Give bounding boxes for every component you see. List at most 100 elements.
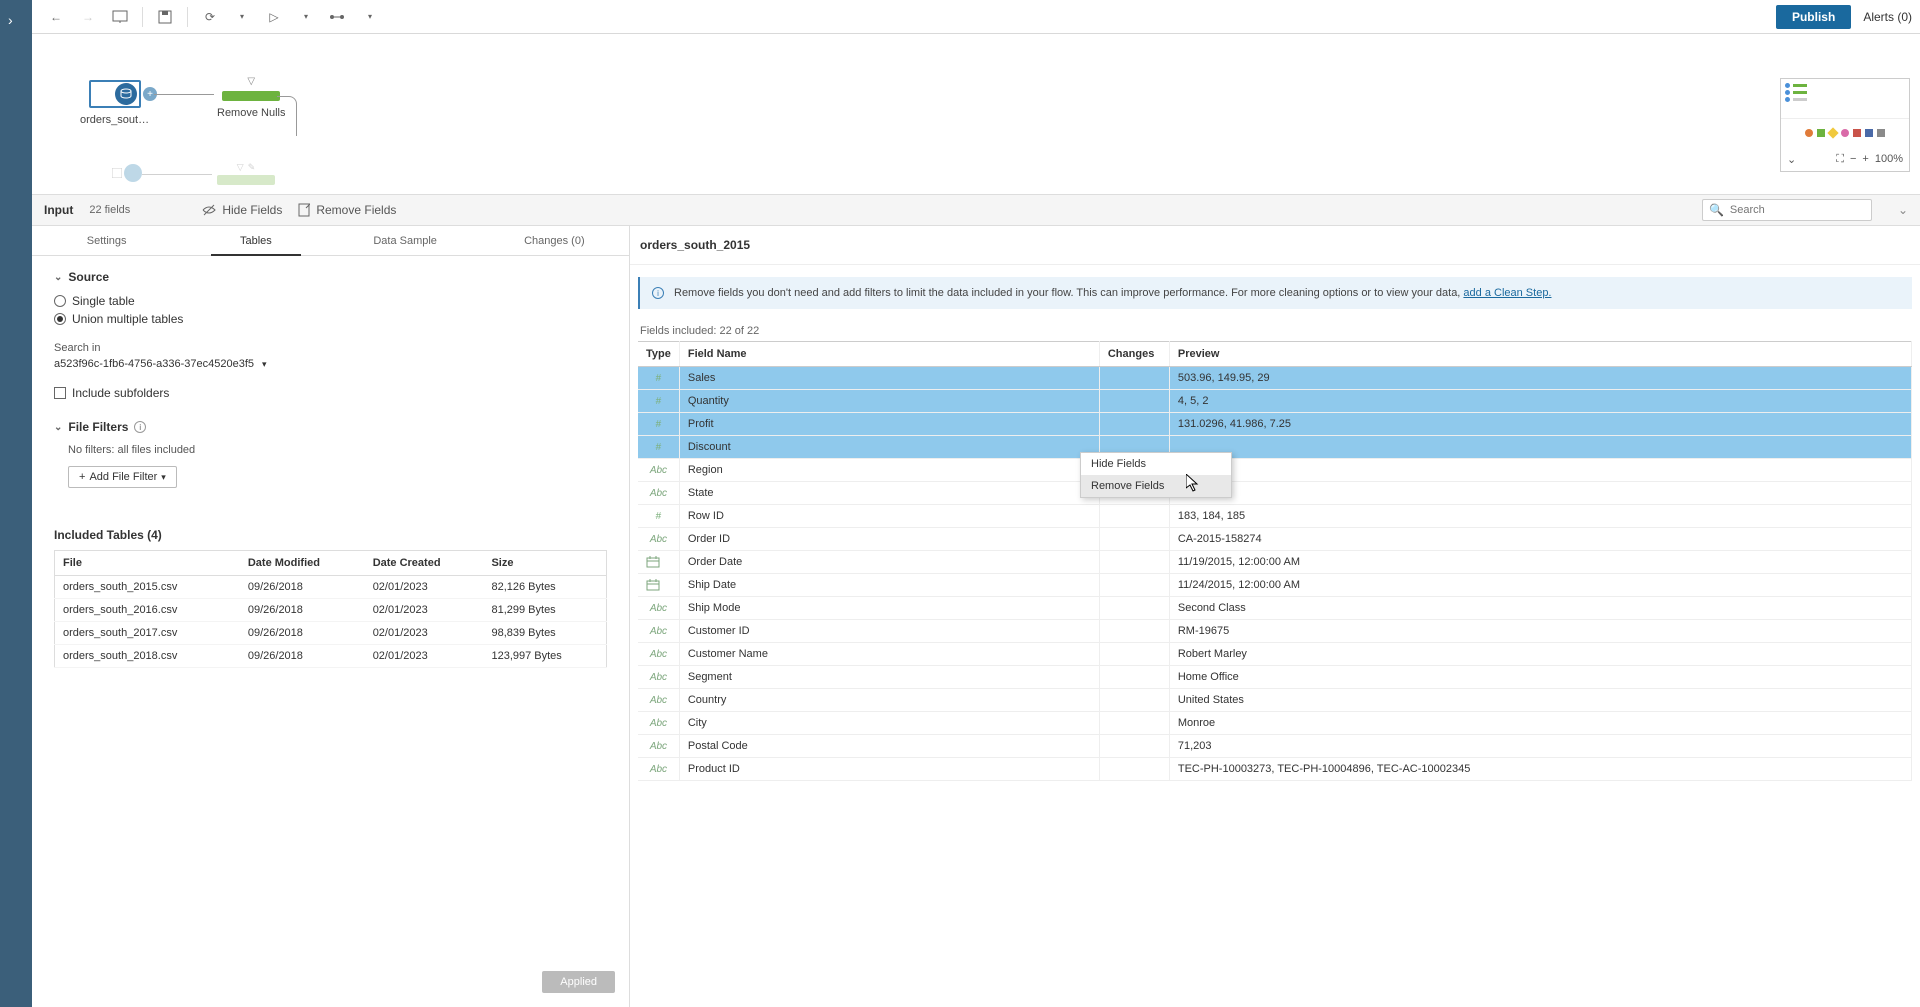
remove-fields-button[interactable]: Remove Fields <box>298 203 396 217</box>
minimap-overview <box>1781 79 1909 119</box>
field-row[interactable]: AbcStateLouisiana <box>638 482 1912 505</box>
col-changes[interactable]: Changes <box>1099 342 1169 367</box>
field-preview-cell <box>1169 436 1911 459</box>
field-row[interactable]: #Quantity4, 5, 2 <box>638 390 1912 413</box>
input-node-faded[interactable] <box>112 164 142 182</box>
col-created[interactable]: Date Created <box>365 551 484 576</box>
run-icon[interactable]: ▷ <box>260 3 288 31</box>
clean-node[interactable]: ▽ Remove Nulls <box>217 76 285 119</box>
add-file-filter-button[interactable]: + Add File Filter ▾ <box>68 466 177 488</box>
search-input-container[interactable]: 🔍 <box>1702 199 1872 221</box>
input-node[interactable]: + orders_south_... <box>80 80 150 126</box>
col-preview[interactable]: Preview <box>1169 342 1911 367</box>
flow-step-dropdown-icon[interactable]: ▾ <box>356 3 384 31</box>
back-button[interactable]: ← <box>42 3 70 31</box>
field-type-icon: # <box>638 367 679 390</box>
field-row[interactable]: #Discount <box>638 436 1912 459</box>
field-changes-cell <box>1099 758 1169 781</box>
forward-button[interactable]: → <box>74 3 102 31</box>
field-row[interactable]: #Row ID183, 184, 185 <box>638 505 1912 528</box>
field-name-cell: Postal Code <box>679 735 1099 758</box>
context-remove-fields[interactable]: Remove Fields <box>1081 475 1231 497</box>
field-changes-cell <box>1099 597 1169 620</box>
field-name-cell: Row ID <box>679 505 1099 528</box>
tab-data-sample[interactable]: Data Sample <box>331 226 480 255</box>
field-row[interactable]: #Sales503.96, 149.95, 29 <box>638 367 1912 390</box>
field-preview-cell: 71,203 <box>1169 735 1911 758</box>
union-tables-radio[interactable]: Union multiple tables <box>54 312 607 326</box>
field-row[interactable]: AbcOrder IDCA-2015-158274 <box>638 528 1912 551</box>
expand-panel-icon[interactable]: ⌄ <box>1898 203 1908 217</box>
field-row[interactable]: AbcCustomer NameRobert Marley <box>638 643 1912 666</box>
tab-settings[interactable]: Settings <box>32 226 181 255</box>
field-changes-cell <box>1099 712 1169 735</box>
alerts-link[interactable]: Alerts (0) <box>1863 10 1912 24</box>
field-row[interactable]: AbcProduct IDTEC-PH-10003273, TEC-PH-100… <box>638 758 1912 781</box>
col-size[interactable]: Size <box>483 551 606 576</box>
sub-tabs: Settings Tables Data Sample Changes (0) <box>32 226 629 256</box>
col-type[interactable]: Type <box>638 342 679 367</box>
field-preview-cell: CA-2015-158274 <box>1169 528 1911 551</box>
table-row[interactable]: orders_south_2015.csv09/26/201802/01/202… <box>55 576 607 599</box>
table-row[interactable]: orders_south_2017.csv09/26/201802/01/202… <box>55 622 607 645</box>
table-row[interactable]: orders_south_2018.csv09/26/201802/01/202… <box>55 645 607 668</box>
zoom-out-icon[interactable]: − <box>1850 153 1856 165</box>
search-input[interactable] <box>1730 204 1865 216</box>
file-filters-header[interactable]: ⌄ File Filters i <box>54 420 607 434</box>
field-changes-cell <box>1099 551 1169 574</box>
field-name-cell: Sales <box>679 367 1099 390</box>
fit-view-icon[interactable]: ⛶ <box>1836 153 1844 166</box>
include-subfolders-checkbox[interactable]: Include subfolders <box>54 386 607 400</box>
flow-step-icon[interactable] <box>324 3 352 31</box>
single-table-radio[interactable]: Single table <box>54 294 607 308</box>
table-row[interactable]: orders_south_2016.csv09/26/201802/01/202… <box>55 599 607 622</box>
field-name-cell: Region <box>679 459 1099 482</box>
tab-changes[interactable]: Changes (0) <box>480 226 629 255</box>
hide-fields-icon <box>202 204 216 216</box>
field-type-icon: Abc <box>638 735 679 758</box>
expand-sidebar-button[interactable]: › <box>8 12 13 28</box>
field-row[interactable]: AbcCityMonroe <box>638 712 1912 735</box>
col-file[interactable]: File <box>55 551 240 576</box>
field-type-icon: Abc <box>638 689 679 712</box>
add-clean-step-link[interactable]: add a Clean Step. <box>1463 287 1551 299</box>
zoom-in-icon[interactable]: + <box>1862 153 1868 165</box>
publish-button[interactable]: Publish <box>1776 5 1851 29</box>
field-preview-cell: Louisiana <box>1169 482 1911 505</box>
minimap[interactable]: ⌄ ⛶ − + 100% <box>1780 78 1910 172</box>
refresh-icon[interactable]: ⟳ <box>196 3 224 31</box>
field-changes-cell <box>1099 574 1169 597</box>
field-preview-cell: TEC-PH-10003273, TEC-PH-10004896, TEC-AC… <box>1169 758 1911 781</box>
refresh-dropdown-icon[interactable]: ▾ <box>228 3 256 31</box>
field-row[interactable]: AbcSegmentHome Office <box>638 666 1912 689</box>
field-row[interactable]: Order Date11/19/2015, 12:00:00 AM <box>638 551 1912 574</box>
field-name-cell: Discount <box>679 436 1099 459</box>
tab-tables[interactable]: Tables <box>181 226 330 255</box>
col-field-name[interactable]: Field Name <box>679 342 1099 367</box>
info-icon[interactable]: i <box>134 421 146 433</box>
field-type-icon: Abc <box>638 666 679 689</box>
info-banner: i Remove fields you don't need and add f… <box>638 277 1912 309</box>
field-row[interactable]: #Profit131.0296, 41.986, 7.25 <box>638 413 1912 436</box>
zoom-level: 100% <box>1875 153 1903 165</box>
save-icon[interactable] <box>151 3 179 31</box>
flow-canvas[interactable]: + orders_south_... ▽ Remove Nulls ▽ ✎ <box>32 34 1920 194</box>
clean-node-faded[interactable]: ▽ ✎ <box>217 162 275 185</box>
search-in-dropdown[interactable]: a523f96c-1fb6-4756-a336-37ec4520e3f5 ▾ <box>54 358 607 370</box>
field-row[interactable]: AbcShip ModeSecond Class <box>638 597 1912 620</box>
field-type-icon: Abc <box>638 528 679 551</box>
run-dropdown-icon[interactable]: ▾ <box>292 3 320 31</box>
field-row[interactable]: AbcRegion <box>638 459 1912 482</box>
field-preview-cell: 11/19/2015, 12:00:00 AM <box>1169 551 1911 574</box>
left-panel: Settings Tables Data Sample Changes (0) … <box>32 226 630 1007</box>
context-hide-fields[interactable]: Hide Fields <box>1081 453 1231 475</box>
field-row[interactable]: AbcCountryUnited States <box>638 689 1912 712</box>
minimap-collapse-icon[interactable]: ⌄ <box>1787 153 1796 166</box>
field-row[interactable]: Ship Date11/24/2015, 12:00:00 AM <box>638 574 1912 597</box>
source-section-header[interactable]: ⌄ Source <box>54 270 607 284</box>
col-modified[interactable]: Date Modified <box>240 551 365 576</box>
hide-fields-button[interactable]: Hide Fields <box>202 203 282 217</box>
field-row[interactable]: AbcPostal Code 71,203 <box>638 735 1912 758</box>
field-row[interactable]: AbcCustomer IDRM-19675 <box>638 620 1912 643</box>
presentation-icon[interactable] <box>106 3 134 31</box>
